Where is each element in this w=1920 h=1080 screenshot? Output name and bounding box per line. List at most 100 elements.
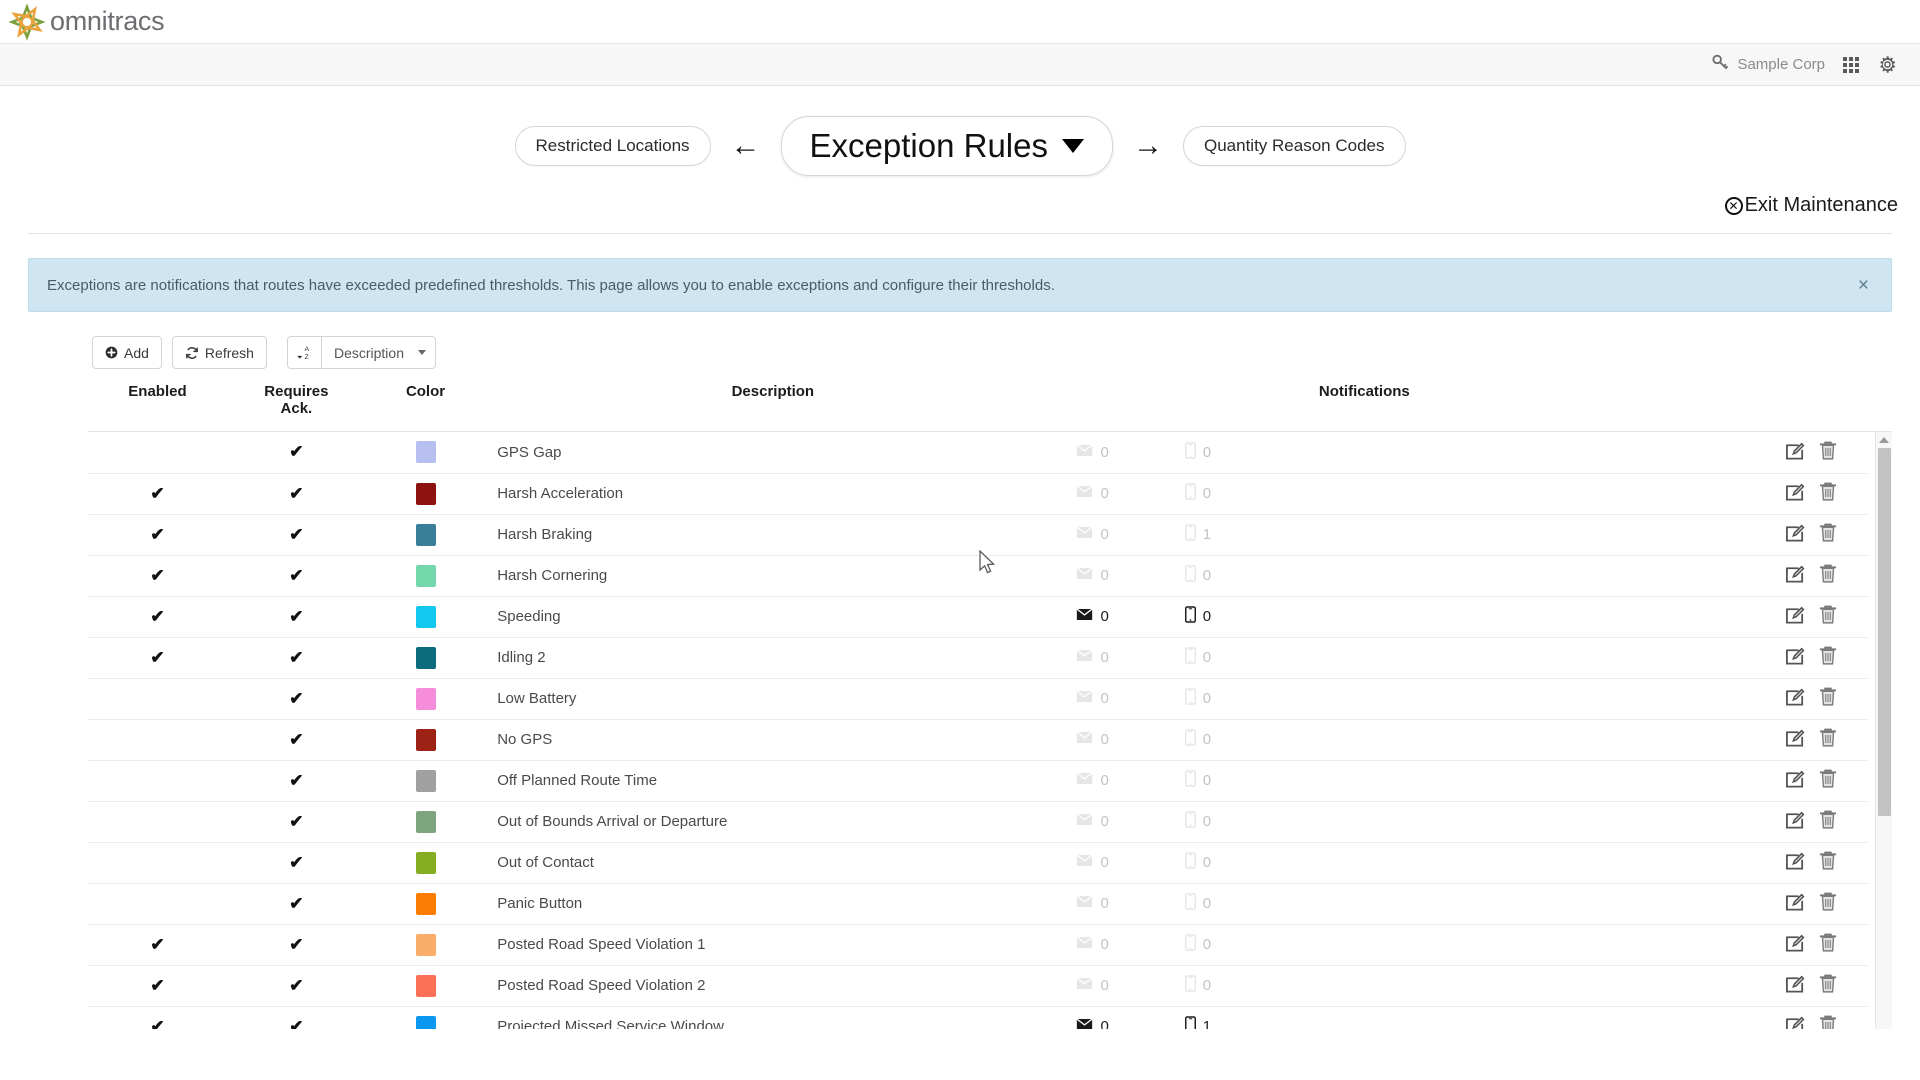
cell-color[interactable] — [366, 719, 485, 760]
edit-pencil-icon[interactable] — [1785, 1014, 1806, 1029]
cell-color[interactable] — [366, 555, 485, 596]
cell-requires-ack[interactable]: ✔ — [227, 760, 366, 801]
cell-color[interactable] — [366, 924, 485, 965]
account-switcher[interactable]: Sample Corp — [1711, 53, 1825, 76]
email-notification-count[interactable]: 0 — [1076, 526, 1108, 543]
mobile-notification-count[interactable]: 0 — [1185, 934, 1211, 955]
email-notification-count[interactable]: 0 — [1076, 936, 1108, 953]
email-notification-count[interactable]: 0 — [1076, 731, 1108, 748]
cell-enabled[interactable]: ✔ — [88, 965, 227, 1006]
trash-icon[interactable] — [1818, 645, 1838, 670]
table-row[interactable]: ✔Off Planned Route Time00 — [88, 760, 1868, 801]
email-notification-count[interactable]: 0 — [1076, 649, 1108, 666]
mobile-notification-count[interactable]: 0 — [1185, 729, 1211, 750]
arrow-right-icon[interactable]: → — [1133, 131, 1163, 161]
email-notification-count[interactable]: 0 — [1076, 813, 1108, 830]
trash-icon[interactable] — [1818, 686, 1838, 711]
cell-requires-ack[interactable]: ✔ — [227, 965, 366, 1006]
cell-requires-ack[interactable]: ✔ — [227, 883, 366, 924]
trash-icon[interactable] — [1818, 932, 1838, 957]
edit-pencil-icon[interactable] — [1785, 768, 1806, 793]
sort-field-select[interactable]: Description — [321, 336, 436, 369]
mobile-notification-count[interactable]: 0 — [1185, 975, 1211, 996]
trash-icon[interactable] — [1818, 891, 1838, 916]
email-notification-count[interactable]: 0 — [1076, 977, 1108, 994]
page-title-dropdown[interactable]: Exception Rules — [781, 116, 1113, 176]
mobile-notification-count[interactable]: 0 — [1185, 688, 1211, 709]
mobile-notification-count[interactable]: 0 — [1185, 483, 1211, 504]
cell-requires-ack[interactable]: ✔ — [227, 555, 366, 596]
cell-color[interactable] — [366, 432, 485, 473]
edit-pencil-icon[interactable] — [1785, 809, 1806, 834]
mobile-notification-count[interactable]: 0 — [1185, 606, 1211, 627]
arrow-left-icon[interactable]: ← — [731, 131, 761, 161]
cell-requires-ack[interactable]: ✔ — [227, 842, 366, 883]
cell-requires-ack[interactable]: ✔ — [227, 596, 366, 637]
mobile-notification-count[interactable]: 1 — [1185, 524, 1211, 545]
edit-pencil-icon[interactable] — [1785, 973, 1806, 998]
cell-enabled[interactable]: ✔ — [88, 555, 227, 596]
table-row[interactable]: ✔✔Posted Road Speed Violation 200 — [88, 965, 1868, 1006]
cell-requires-ack[interactable]: ✔ — [227, 719, 366, 760]
edit-pencil-icon[interactable] — [1785, 686, 1806, 711]
cell-color[interactable] — [366, 883, 485, 924]
email-notification-count[interactable]: 0 — [1076, 567, 1108, 584]
mobile-notification-count[interactable]: 1 — [1185, 1016, 1211, 1029]
table-row[interactable]: ✔✔Speeding00 — [88, 596, 1868, 637]
email-notification-count[interactable]: 0 — [1076, 485, 1108, 502]
trash-icon[interactable] — [1818, 481, 1838, 506]
email-notification-count[interactable]: 0 — [1076, 444, 1108, 461]
mobile-notification-count[interactable]: 0 — [1185, 852, 1211, 873]
vertical-scrollbar[interactable] — [1875, 432, 1892, 1029]
cell-enabled[interactable]: ✔ — [88, 924, 227, 965]
cell-enabled[interactable]: ✔ — [88, 596, 227, 637]
nav-next-page-quantity-reason-codes[interactable]: Quantity Reason Codes — [1183, 126, 1406, 166]
table-row[interactable]: ✔GPS Gap00 — [88, 432, 1868, 473]
scroll-up-arrow-icon[interactable] — [1876, 432, 1892, 447]
cell-enabled[interactable]: ✔ — [88, 514, 227, 555]
email-notification-count[interactable]: 0 — [1076, 895, 1108, 912]
cell-requires-ack[interactable]: ✔ — [227, 637, 366, 678]
cell-enabled[interactable] — [88, 760, 227, 801]
exit-maintenance-link[interactable]: ✕ Exit Maintenance — [1725, 194, 1898, 217]
gear-icon[interactable] — [1877, 54, 1898, 75]
cell-requires-ack[interactable]: ✔ — [227, 924, 366, 965]
table-row[interactable]: ✔✔Harsh Braking01 — [88, 514, 1868, 555]
cell-color[interactable] — [366, 760, 485, 801]
mobile-notification-count[interactable]: 0 — [1185, 811, 1211, 832]
edit-pencil-icon[interactable] — [1785, 481, 1806, 506]
email-notification-count[interactable]: 0 — [1076, 854, 1108, 871]
edit-pencil-icon[interactable] — [1785, 522, 1806, 547]
cell-requires-ack[interactable]: ✔ — [227, 514, 366, 555]
cell-color[interactable] — [366, 473, 485, 514]
mobile-notification-count[interactable]: 0 — [1185, 647, 1211, 668]
table-row[interactable]: ✔Panic Button00 — [88, 883, 1868, 924]
scrollbar-thumb[interactable] — [1878, 448, 1891, 816]
nav-prev-page-restricted-locations[interactable]: Restricted Locations — [515, 126, 711, 166]
edit-pencil-icon[interactable] — [1785, 727, 1806, 752]
trash-icon[interactable] — [1818, 1014, 1838, 1029]
close-icon[interactable]: × — [1858, 276, 1869, 295]
cell-requires-ack[interactable]: ✔ — [227, 678, 366, 719]
table-row[interactable]: ✔No GPS00 — [88, 719, 1868, 760]
cell-requires-ack[interactable]: ✔ — [227, 432, 366, 473]
apps-grid-icon[interactable] — [1843, 57, 1859, 73]
table-row[interactable]: ✔✔Projected Missed Service Window01 — [88, 1006, 1868, 1029]
email-notification-count[interactable]: 0 — [1076, 1018, 1108, 1029]
cell-color[interactable] — [366, 637, 485, 678]
mobile-notification-count[interactable]: 0 — [1185, 565, 1211, 586]
refresh-button[interactable]: Refresh — [172, 336, 267, 369]
table-rows-scroll-area[interactable]: ✔GPS Gap00✔✔Harsh Acceleration00✔✔Harsh … — [88, 431, 1892, 1029]
add-button[interactable]: Add — [92, 336, 162, 369]
cell-requires-ack[interactable]: ✔ — [227, 473, 366, 514]
cell-enabled[interactable] — [88, 801, 227, 842]
mobile-notification-count[interactable]: 0 — [1185, 893, 1211, 914]
cell-color[interactable] — [366, 801, 485, 842]
cell-color[interactable] — [366, 965, 485, 1006]
table-row[interactable]: ✔✔Idling 200 — [88, 637, 1868, 678]
table-row[interactable]: ✔Low Battery00 — [88, 678, 1868, 719]
email-notification-count[interactable]: 0 — [1076, 690, 1108, 707]
cell-requires-ack[interactable]: ✔ — [227, 801, 366, 842]
mobile-notification-count[interactable]: 0 — [1185, 442, 1211, 463]
trash-icon[interactable] — [1818, 563, 1838, 588]
